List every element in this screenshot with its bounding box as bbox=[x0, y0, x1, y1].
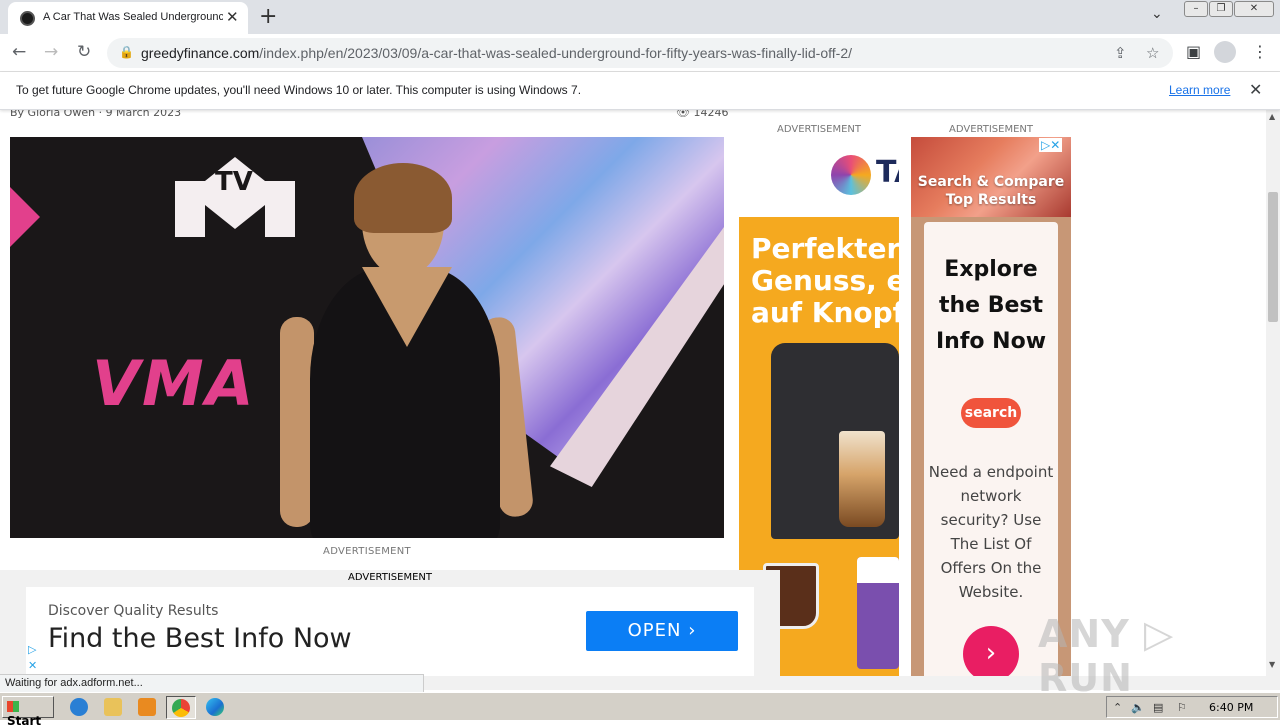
chevron-right-icon[interactable]: › bbox=[963, 626, 1019, 676]
edge-icon[interactable] bbox=[206, 698, 224, 716]
chrome-icon bbox=[172, 699, 190, 717]
ad-label: ADVERTISEMENT bbox=[347, 572, 432, 583]
article-byline: By Gloria Owen · 9 March 2023 bbox=[10, 110, 182, 119]
bookmark-star-icon[interactable]: ☆ bbox=[1146, 44, 1159, 62]
search-logo-pill: search bbox=[961, 398, 1021, 428]
window-close-button[interactable]: ✕ bbox=[1234, 1, 1274, 17]
tray-expand-icon[interactable]: ⌃ bbox=[1113, 701, 1122, 714]
coffee-ad-headline: Perfekter Genuss, ei auf Knopfo bbox=[751, 233, 899, 329]
heading-line: the Best bbox=[938, 293, 1044, 318]
headline-line: Perfekter bbox=[751, 232, 899, 265]
action-center-flag-icon[interactable]: ⚐ bbox=[1177, 701, 1187, 714]
adchoices-icon[interactable]: ▷ bbox=[28, 643, 37, 656]
browser-toolbar: ← → ↻ 🔒 greedyfinance.com/index.php/en/2… bbox=[0, 34, 1280, 72]
site-favicon-icon bbox=[20, 11, 35, 26]
restore-button[interactable]: ❐ bbox=[1209, 1, 1233, 17]
search-ad-banner: Search & Compare Top Results bbox=[917, 174, 1065, 208]
latte-glass-image bbox=[839, 431, 885, 527]
tab-close-icon[interactable]: ✕ bbox=[226, 8, 239, 26]
back-arrow-icon[interactable]: ← bbox=[12, 42, 26, 62]
start-button[interactable]: Start bbox=[2, 696, 54, 728]
chrome-taskbar-button[interactable] bbox=[166, 696, 196, 719]
view-count: 👁 14246 bbox=[676, 110, 729, 119]
heading-line: Info Now bbox=[935, 329, 1047, 354]
media-player-icon[interactable] bbox=[138, 698, 156, 716]
windows-flag-icon bbox=[7, 701, 19, 712]
system-tray: ⌃ 🔈 ▤ ⚐ 6:40 PM bbox=[1106, 696, 1278, 718]
new-tab-button[interactable]: + bbox=[259, 4, 277, 29]
ad-label: ADVERTISEMENT bbox=[948, 124, 1033, 135]
infobar-message: To get future Google Chrome updates, you… bbox=[16, 83, 582, 97]
side-panel-icon[interactable]: ▣ bbox=[1186, 42, 1201, 61]
vma-logo: VMA bbox=[92, 347, 256, 420]
arm-left bbox=[280, 317, 314, 527]
adchoices-icon[interactable]: ▷✕ bbox=[1039, 138, 1063, 152]
search-ad-description: Need a endpoint network security? Use Th… bbox=[928, 463, 1054, 601]
ad-label: ADVERTISEMENT bbox=[776, 124, 861, 135]
volume-icon[interactable]: 🔈 bbox=[1131, 701, 1145, 714]
capsule-pack-top bbox=[857, 557, 899, 583]
coffee-ad-brand: TA bbox=[876, 155, 899, 190]
article-hero-image[interactable]: TV VMA TV bbox=[10, 137, 724, 538]
network-icon[interactable]: ▤ bbox=[1153, 701, 1163, 714]
tassimo-logo-icon bbox=[831, 155, 871, 195]
search-ad-heading: Explore the Best Info Now bbox=[924, 252, 1058, 360]
tab-strip: A Car That Was Sealed Undergrounc ✕ + ⌄ … bbox=[0, 0, 1280, 34]
tab-title: A Car That Was Sealed Undergrounc bbox=[43, 11, 223, 23]
share-icon[interactable]: ⇪ bbox=[1114, 44, 1127, 62]
headline-line: Genuss, ei bbox=[751, 264, 899, 297]
lock-icon[interactable]: 🔒 bbox=[119, 45, 134, 59]
mtv-logo-text: TV bbox=[215, 167, 253, 197]
explorer-folder-icon[interactable] bbox=[104, 698, 122, 716]
hair bbox=[354, 163, 452, 233]
start-label: Start bbox=[7, 714, 42, 728]
sticky-ad-title: Find the Best Info Now bbox=[48, 623, 352, 654]
address-bar[interactable]: 🔒 greedyfinance.com/index.php/en/2023/03… bbox=[107, 38, 1173, 68]
person-figure bbox=[280, 163, 535, 538]
headline-line: auf Knopfo bbox=[751, 296, 899, 329]
ad-label: ADVERTISEMENT bbox=[323, 546, 411, 557]
ie-icon[interactable] bbox=[70, 698, 88, 716]
scroll-thumb[interactable] bbox=[1268, 192, 1278, 322]
learn-more-link[interactable]: Learn more bbox=[1169, 83, 1230, 97]
forward-arrow-icon[interactable]: → bbox=[44, 42, 58, 62]
sticky-ad-subtitle: Discover Quality Results bbox=[48, 603, 219, 619]
profile-avatar[interactable] bbox=[1214, 41, 1236, 63]
update-infobar: To get future Google Chrome updates, you… bbox=[0, 72, 1280, 110]
open-button[interactable]: OPEN › bbox=[586, 611, 738, 651]
tab-search-icon[interactable]: ⌄ bbox=[1151, 6, 1163, 22]
menu-kebab-icon[interactable]: ⋮ bbox=[1252, 42, 1268, 61]
coffee-ad-header bbox=[739, 137, 899, 217]
ad-close-icon[interactable]: ✕ bbox=[28, 659, 38, 672]
heading-line: Explore bbox=[944, 257, 1038, 282]
reload-icon[interactable]: ↻ bbox=[77, 42, 91, 62]
infobar-close-icon[interactable]: ✕ bbox=[1249, 80, 1262, 99]
vertical-scrollbar[interactable]: ▲ ▼ bbox=[1266, 110, 1280, 690]
status-bubble: Waiting for adx.adform.net... bbox=[0, 674, 424, 692]
sticky-bottom-ad: ADVERTISEMENT Discover Quality Results F… bbox=[0, 570, 780, 676]
active-tab[interactable]: A Car That Was Sealed Undergrounc ✕ bbox=[8, 2, 248, 34]
scroll-up-icon[interactable]: ▲ bbox=[1269, 112, 1275, 121]
search-ad-card[interactable]: Explore the Best Info Now search Need a … bbox=[924, 222, 1058, 676]
pink-shape bbox=[10, 187, 40, 247]
page-content: By Gloria Owen · 9 March 2023 👁 14246 TV… bbox=[0, 110, 1266, 676]
search-ad[interactable]: Search & Compare Top Results ▷✕ Explore … bbox=[911, 137, 1071, 676]
anyrun-watermark: ANY ▷ RUN bbox=[1038, 612, 1175, 700]
taskbar-clock[interactable]: 6:40 PM bbox=[1209, 701, 1253, 714]
sticky-ad-panel[interactable]: Discover Quality Results Find the Best I… bbox=[26, 587, 754, 676]
windows-taskbar: Start ⌃ 🔈 ▤ ⚐ 6:40 PM bbox=[0, 692, 1280, 728]
url-text[interactable]: greedyfinance.com/index.php/en/2023/03/0… bbox=[141, 45, 852, 61]
minimize-button[interactable]: – bbox=[1184, 1, 1208, 17]
